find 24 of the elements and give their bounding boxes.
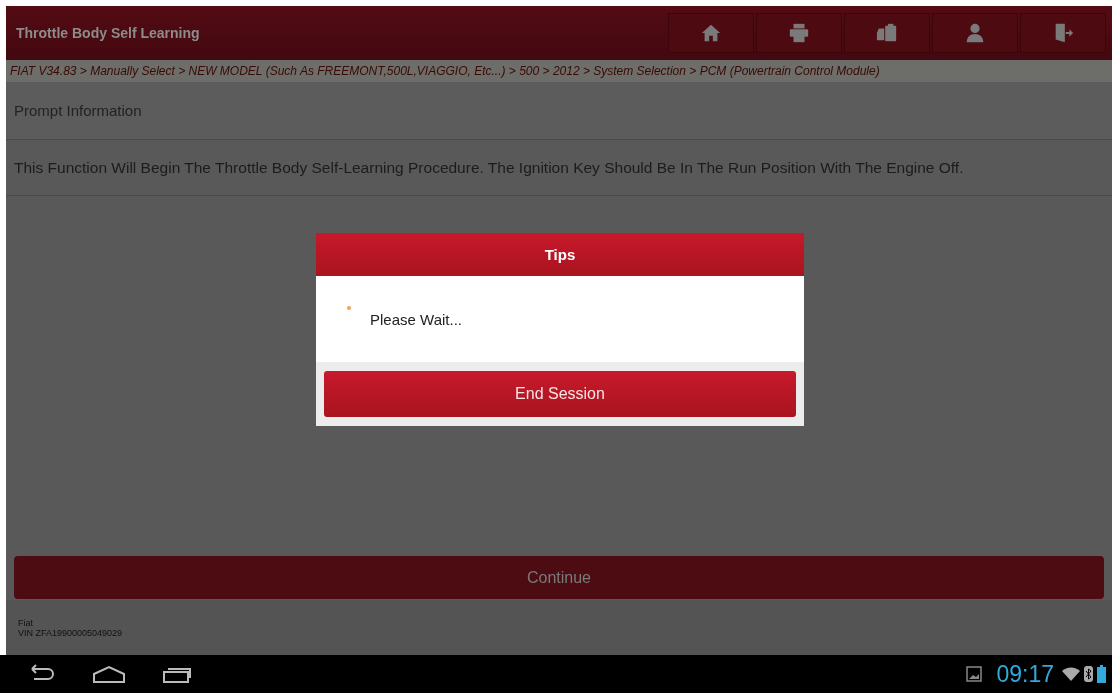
clock-text: 09:17	[996, 660, 1054, 688]
toolbar-button[interactable]	[844, 13, 930, 53]
dialog-message: Please Wait...	[370, 310, 462, 328]
vin-text: VIN ZFA19900005049029	[18, 627, 123, 638]
vehicle-make: Fiat	[18, 617, 33, 628]
message-text: This Function Will Begin The Throttle Body Self-Learning Procedure. The Ignition Key Should Be In The Run Position With The Engine Off.	[6, 140, 1112, 196]
screen-title: Throttle Body Self Learning	[15, 25, 200, 41]
person-icon	[964, 22, 986, 44]
home-icon	[700, 22, 722, 44]
bluetooth-icon	[1084, 666, 1093, 682]
toolbar-button[interactable]	[932, 13, 1018, 53]
toolbar-button[interactable]	[756, 13, 842, 53]
battery-icon	[1097, 665, 1106, 683]
wifi-icon	[1062, 667, 1080, 681]
loading-spinner-icon	[347, 306, 351, 310]
home-icon[interactable]	[92, 664, 126, 684]
continue-button[interactable]: Continue	[14, 556, 1104, 599]
breadcrumb: FIAT V34.83 > Manually Select > NEW MODEL (Such As FREEMONT,500L,VIAGGIO, Etc...) > 500 > 2012 > System Selection > PCM (Powertrain Control Module)	[6, 60, 1112, 82]
toolbar-button[interactable]	[668, 13, 754, 53]
dialog-title: Tips	[316, 233, 804, 276]
end-session-button[interactable]: End Session	[324, 371, 796, 417]
printer-icon	[788, 22, 810, 44]
toolbar-button[interactable]	[1020, 13, 1106, 53]
picture-icon	[966, 666, 983, 682]
